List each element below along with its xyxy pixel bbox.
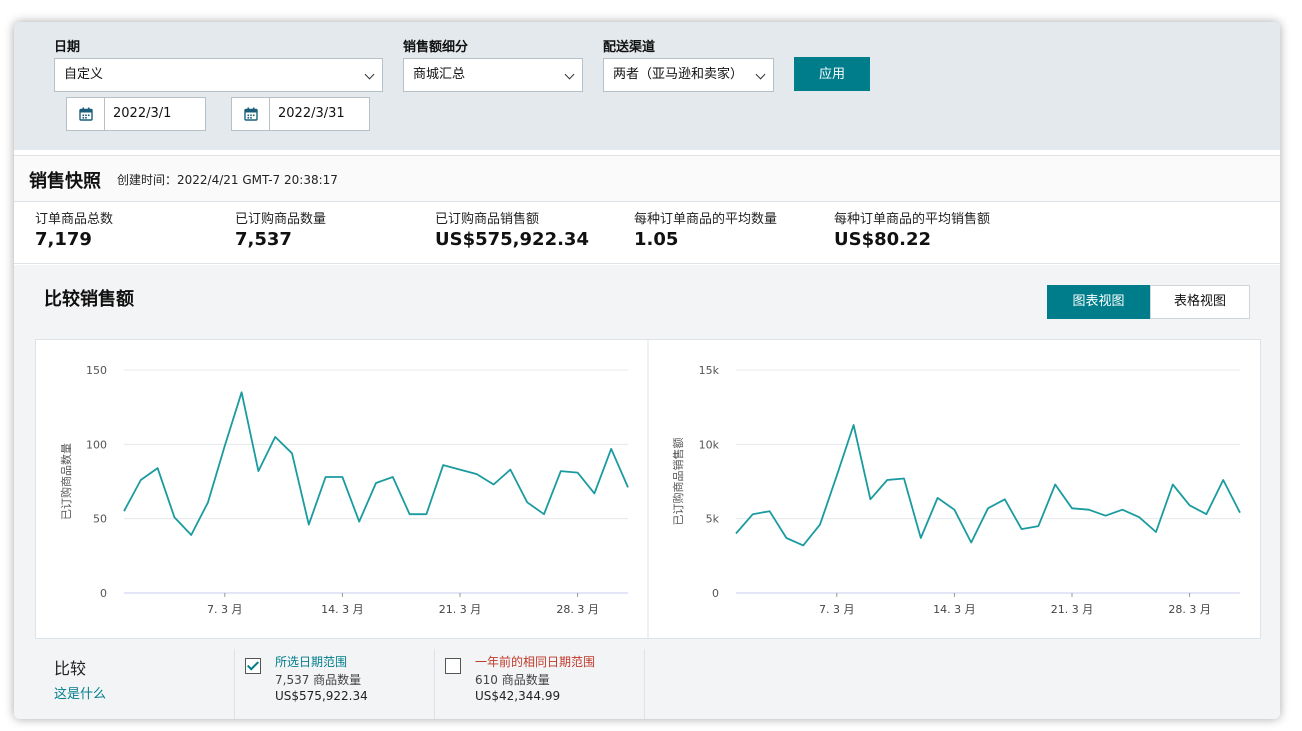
metric-sales: 已订购商品销售额 US$575,922.34 bbox=[435, 208, 589, 250]
chevron-down-icon bbox=[564, 69, 575, 80]
series-line bbox=[123, 391, 629, 536]
metric-value: 1.05 bbox=[634, 229, 679, 250]
y-tick-label: 50 bbox=[93, 513, 107, 526]
legend-prior-year-range: 一年前的相同日期范围 610 商品数量 US$42,344.99 bbox=[434, 649, 645, 719]
x-tick-label: 14. 3 月 bbox=[321, 603, 364, 616]
snapshot-title: 销售快照 bbox=[29, 171, 101, 192]
channel-label: 配送渠道 bbox=[603, 40, 656, 55]
y-tick-label: 100 bbox=[86, 438, 107, 451]
date-label: 日期 bbox=[54, 40, 81, 55]
x-tick-label: 7. 3 月 bbox=[819, 603, 855, 616]
what-is-this-link[interactable]: 这是什么 bbox=[54, 683, 106, 702]
metric-label: 已订购商品销售额 bbox=[435, 212, 540, 227]
metric-avg-sales: 每种订单商品的平均销售额 US$80.22 bbox=[834, 208, 990, 250]
channel-value: 两者（亚马逊和卖家） bbox=[613, 67, 744, 82]
metric-units-ordered: 已订购商品数量 7,537 bbox=[235, 208, 326, 250]
y-tick-label: 150 bbox=[86, 364, 107, 377]
date-range-value: 自定义 bbox=[64, 67, 104, 82]
legend-selected-range: 所选日期范围 7,537 商品数量 US$575,922.34 bbox=[234, 649, 434, 719]
compare-title: 比较销售额 bbox=[44, 289, 134, 310]
end-date-value: 2022/3/31 bbox=[278, 106, 345, 121]
apply-button[interactable]: 应用 bbox=[794, 57, 870, 91]
metric-total-orders: 订单商品总数 7,179 bbox=[35, 208, 113, 250]
y-tick-label: 5k bbox=[706, 513, 720, 526]
legend-title: 所选日期范围 bbox=[275, 655, 348, 669]
chevron-down-icon bbox=[755, 69, 766, 80]
charts-container: 150 100 50 0 已订购商品数量 7. 3 月 14. 3 月 21. 3 月 28. … bbox=[35, 339, 1261, 639]
compare-label: 比较 bbox=[54, 659, 87, 678]
metric-value: US$80.22 bbox=[834, 229, 932, 250]
sales-snapshot-header: 销售快照 创建时间：2022/4/21 GMT-7 20:38:17 bbox=[14, 155, 1280, 202]
compare-sales-section: 比较销售额 图表视图 表格视图 150 100 50 0 已订购商品数量 7. 3 月 14… bbox=[14, 265, 1280, 719]
calendar-icon[interactable] bbox=[232, 98, 270, 130]
metric-label: 每种订单商品的平均数量 bbox=[634, 212, 778, 227]
start-date-value: 2022/3/1 bbox=[113, 106, 172, 121]
x-tick-label: 7. 3 月 bbox=[207, 603, 243, 616]
x-tick-label: 28. 3 月 bbox=[1168, 603, 1211, 616]
x-tick-label: 21. 3 月 bbox=[439, 603, 482, 616]
sales-charts: 150 100 50 0 已订购商品数量 7. 3 月 14. 3 月 21. 3 月 28. … bbox=[59, 340, 1241, 638]
legend-sales: US$575,922.34 bbox=[275, 689, 368, 703]
y-tick-label: 15k bbox=[699, 364, 720, 377]
selected-range-checkbox[interactable] bbox=[245, 658, 261, 674]
calendar-icon[interactable] bbox=[67, 98, 105, 130]
chevron-down-icon bbox=[364, 69, 375, 80]
breakdown-label: 销售额细分 bbox=[403, 40, 469, 55]
legend-units: 7,537 商品数量 bbox=[275, 673, 362, 687]
metric-label: 订单商品总数 bbox=[35, 212, 114, 227]
metric-label: 每种订单商品的平均销售额 bbox=[834, 212, 991, 227]
filter-panel: 日期 自定义 2022/3/1 2022/3/31 销售额细分 商城汇总 配送渠… bbox=[14, 22, 1280, 150]
table-view-button[interactable]: 表格视图 bbox=[1150, 285, 1250, 319]
channel-select[interactable]: 两者（亚马逊和卖家） bbox=[603, 58, 774, 92]
app-window: 日期 自定义 2022/3/1 2022/3/31 销售额细分 商城汇总 配送渠… bbox=[14, 22, 1280, 719]
breakdown-select[interactable]: 商城汇总 bbox=[403, 58, 583, 92]
compare-legend: 比较 这是什么 所选日期范围 7,537 商品数量 US$575,922.34 … bbox=[14, 649, 1280, 719]
snapshot-created-time: 创建时间：2022/4/21 GMT-7 20:38:17 bbox=[117, 173, 338, 187]
y-axis-label: 已订购商品销售额 bbox=[671, 438, 685, 526]
date-range-select[interactable]: 自定义 bbox=[54, 58, 383, 92]
breakdown-value: 商城汇总 bbox=[413, 67, 466, 82]
legend-sales: US$42,344.99 bbox=[475, 689, 561, 703]
prior-year-checkbox[interactable] bbox=[445, 658, 461, 674]
y-axis-label: 已订购商品数量 bbox=[59, 443, 73, 520]
y-tick-label: 10k bbox=[699, 438, 720, 451]
start-date-field[interactable]: 2022/3/1 bbox=[66, 97, 206, 131]
check-icon bbox=[246, 658, 260, 671]
metric-avg-units: 每种订单商品的平均数量 1.05 bbox=[634, 208, 777, 250]
x-tick-label: 28. 3 月 bbox=[556, 603, 599, 616]
snapshot-metrics: 订单商品总数 7,179 已订购商品数量 7,537 已订购商品销售额 US$5… bbox=[14, 202, 1280, 264]
x-tick-label: 21. 3 月 bbox=[1051, 603, 1094, 616]
y-tick-label: 0 bbox=[100, 587, 107, 600]
x-tick-label: 14. 3 月 bbox=[933, 603, 976, 616]
y-tick-label: 0 bbox=[712, 587, 719, 600]
chart-view-button[interactable]: 图表视图 bbox=[1047, 285, 1150, 319]
end-date-field[interactable]: 2022/3/31 bbox=[231, 97, 370, 131]
series-line bbox=[735, 424, 1241, 547]
metric-value: 7,537 bbox=[235, 229, 292, 250]
legend-title: 一年前的相同日期范围 bbox=[475, 655, 596, 669]
metric-value: US$575,922.34 bbox=[435, 229, 589, 250]
metric-label: 已订购商品数量 bbox=[235, 212, 327, 227]
legend-units: 610 商品数量 bbox=[475, 673, 550, 687]
metric-value: 7,179 bbox=[35, 229, 92, 250]
